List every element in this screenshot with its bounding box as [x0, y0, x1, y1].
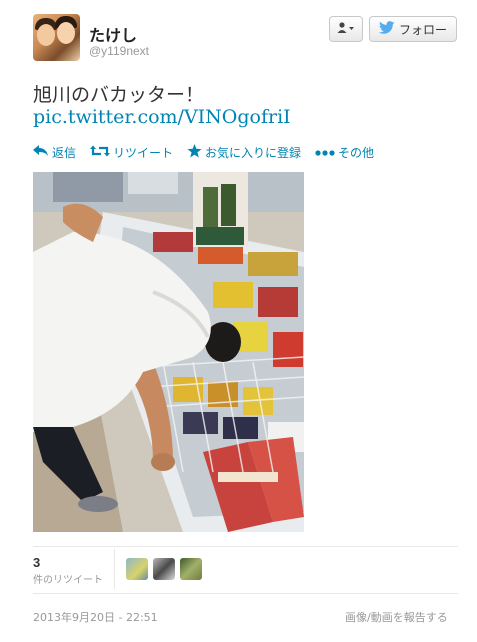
more-label: その他: [338, 145, 375, 160]
retweet-icon: [90, 145, 111, 160]
favorite-label: お気に入りに登録: [205, 145, 302, 160]
retweet-count[interactable]: 3: [33, 555, 40, 570]
more-dots-icon: [315, 145, 335, 159]
user-name[interactable]: たけし: [89, 22, 137, 46]
user-menu-icon: [337, 21, 355, 37]
tweet-media-link[interactable]: pic.twitter.com/VINOgofriI: [33, 106, 291, 128]
retweeter-avatar-2[interactable]: [153, 558, 175, 580]
tweet-timestamp[interactable]: 2013年9月20日 - 22:51: [33, 609, 158, 625]
user-handle[interactable]: @y119next: [89, 44, 149, 58]
retweet-label: リツイート: [113, 145, 174, 160]
retweeter-avatar-1[interactable]: [126, 558, 148, 580]
user-avatar[interactable]: [33, 14, 80, 61]
star-icon: [187, 143, 202, 161]
stats-top-divider: [33, 546, 458, 547]
stats-vertical-divider: [114, 549, 115, 589]
reply-action[interactable]: 返信: [33, 144, 76, 161]
follow-label: フォロー: [398, 22, 447, 37]
more-action[interactable]: その他: [315, 144, 374, 161]
report-media-link[interactable]: 画像/動画を報告する: [345, 609, 448, 625]
freezer-photo-illustration: [33, 172, 304, 532]
retweeter-avatar-3[interactable]: [180, 558, 202, 580]
twitter-bird-icon: [378, 21, 395, 37]
tweet-header: たけし @y119next フォロー: [33, 14, 458, 64]
retweet-action[interactable]: リツイート: [90, 144, 173, 161]
tweet-text: 旭川のバカッター！: [33, 84, 205, 106]
favorite-action[interactable]: お気に入りに登録: [187, 143, 302, 161]
reply-icon: [33, 144, 49, 160]
tweet-photo[interactable]: [33, 172, 304, 532]
user-actions-button[interactable]: [329, 16, 363, 42]
follow-button[interactable]: フォロー: [369, 16, 457, 42]
reply-label: 返信: [52, 145, 77, 160]
retweet-count-label: 件のリツイート: [33, 575, 103, 586]
tweet-actions: 返信 リツイート お気に入りに登録 その他: [33, 143, 388, 161]
stats-bottom-divider: [33, 593, 458, 594]
